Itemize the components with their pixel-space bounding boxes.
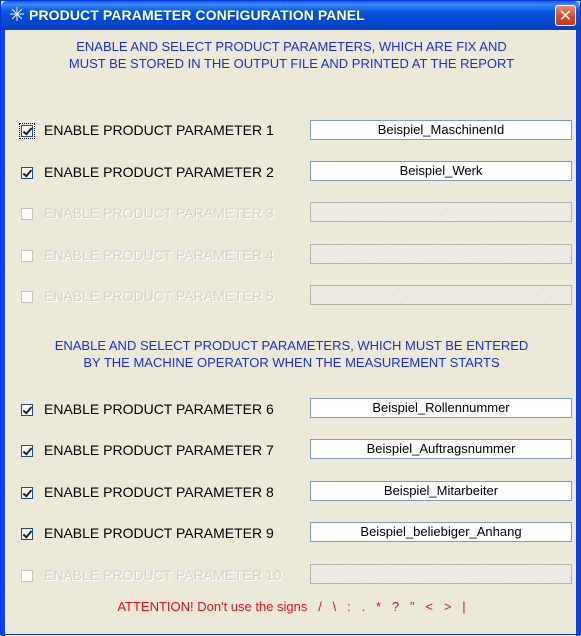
window-border-right (576, 30, 580, 636)
app-star-icon: ✳ (9, 4, 25, 26)
section-operator-heading-line1: ENABLE AND SELECT PRODUCT PARAMETERS, WH… (54, 338, 529, 353)
parameter-3-input[interactable] (310, 202, 572, 222)
parameter-10-checkbox[interactable] (21, 570, 33, 582)
parameter-9-label: ENABLE PRODUCT PARAMETER 9 (44, 525, 274, 541)
parameter-7-label: ENABLE PRODUCT PARAMETER 7 (44, 442, 274, 458)
attention-warning: ATTENTION! Don't use the signs / \ : . *… (117, 599, 466, 614)
close-button[interactable]: ✕ (555, 5, 576, 26)
parameter-8-checkbox[interactable] (21, 487, 33, 499)
parameter-6-input[interactable]: Beispiel_Rollennummer (310, 398, 572, 418)
parameter-4-input[interactable] (310, 244, 572, 264)
parameter-2-label: ENABLE PRODUCT PARAMETER 2 (44, 164, 274, 180)
parameter-9-input[interactable]: Beispiel_beliebiger_Anhang (310, 522, 572, 542)
parameter-4-label: ENABLE PRODUCT PARAMETER 4 (44, 247, 274, 263)
parameter-5-checkbox[interactable] (21, 291, 33, 303)
parameter-2-input[interactable]: Beispiel_Werk (310, 161, 572, 181)
parameter-3-label: ENABLE PRODUCT PARAMETER 3 (44, 205, 274, 221)
parameter-10-input[interactable] (310, 564, 572, 584)
parameter-4-checkbox[interactable] (21, 250, 33, 262)
parameter-8-input[interactable]: Beispiel_Mitarbeiter (310, 481, 572, 501)
parameter-7-input[interactable]: Beispiel_Auftragsnummer (310, 439, 572, 459)
parameter-5-input[interactable] (310, 285, 572, 305)
parameter-config-window: ✳ PRODUCT PARAMETER CONFIGURATION PANEL … (0, 0, 581, 636)
window-border-left (1, 30, 5, 636)
section-fixed-heading-line1: ENABLE AND SELECT PRODUCT PARAMETERS, WH… (76, 39, 507, 54)
parameter-5-label: ENABLE PRODUCT PARAMETER 5 (44, 288, 274, 304)
parameter-6-label: ENABLE PRODUCT PARAMETER 6 (44, 401, 274, 417)
section-operator-heading: ENABLE AND SELECT PRODUCT PARAMETERS, WH… (9, 337, 574, 371)
parameter-6-checkbox[interactable] (21, 404, 33, 416)
parameter-2-checkbox[interactable] (21, 167, 33, 179)
parameter-10-label: ENABLE PRODUCT PARAMETER 10 (44, 567, 282, 583)
section-fixed-heading: ENABLE AND SELECT PRODUCT PARAMETERS, WH… (9, 38, 574, 72)
window-title: PRODUCT PARAMETER CONFIGURATION PANEL (29, 7, 365, 23)
parameter-8-label: ENABLE PRODUCT PARAMETER 8 (44, 484, 274, 500)
parameter-9-checkbox[interactable] (21, 528, 33, 540)
parameter-1-checkbox[interactable] (19, 123, 35, 139)
section-fixed-heading-line2: MUST BE STORED IN THE OUTPUT FILE AND PR… (68, 56, 515, 71)
parameter-3-checkbox[interactable] (21, 208, 33, 220)
section-operator-heading-line2: BY THE MACHINE OPERATOR WHEN THE MEASURE… (83, 355, 500, 370)
title-bar[interactable]: ✳ PRODUCT PARAMETER CONFIGURATION PANEL … (1, 1, 580, 30)
parameter-1-input[interactable]: Beispiel_MaschinenId (310, 120, 572, 140)
parameter-7-checkbox[interactable] (21, 445, 33, 457)
parameter-1-label: ENABLE PRODUCT PARAMETER 1 (44, 122, 274, 138)
